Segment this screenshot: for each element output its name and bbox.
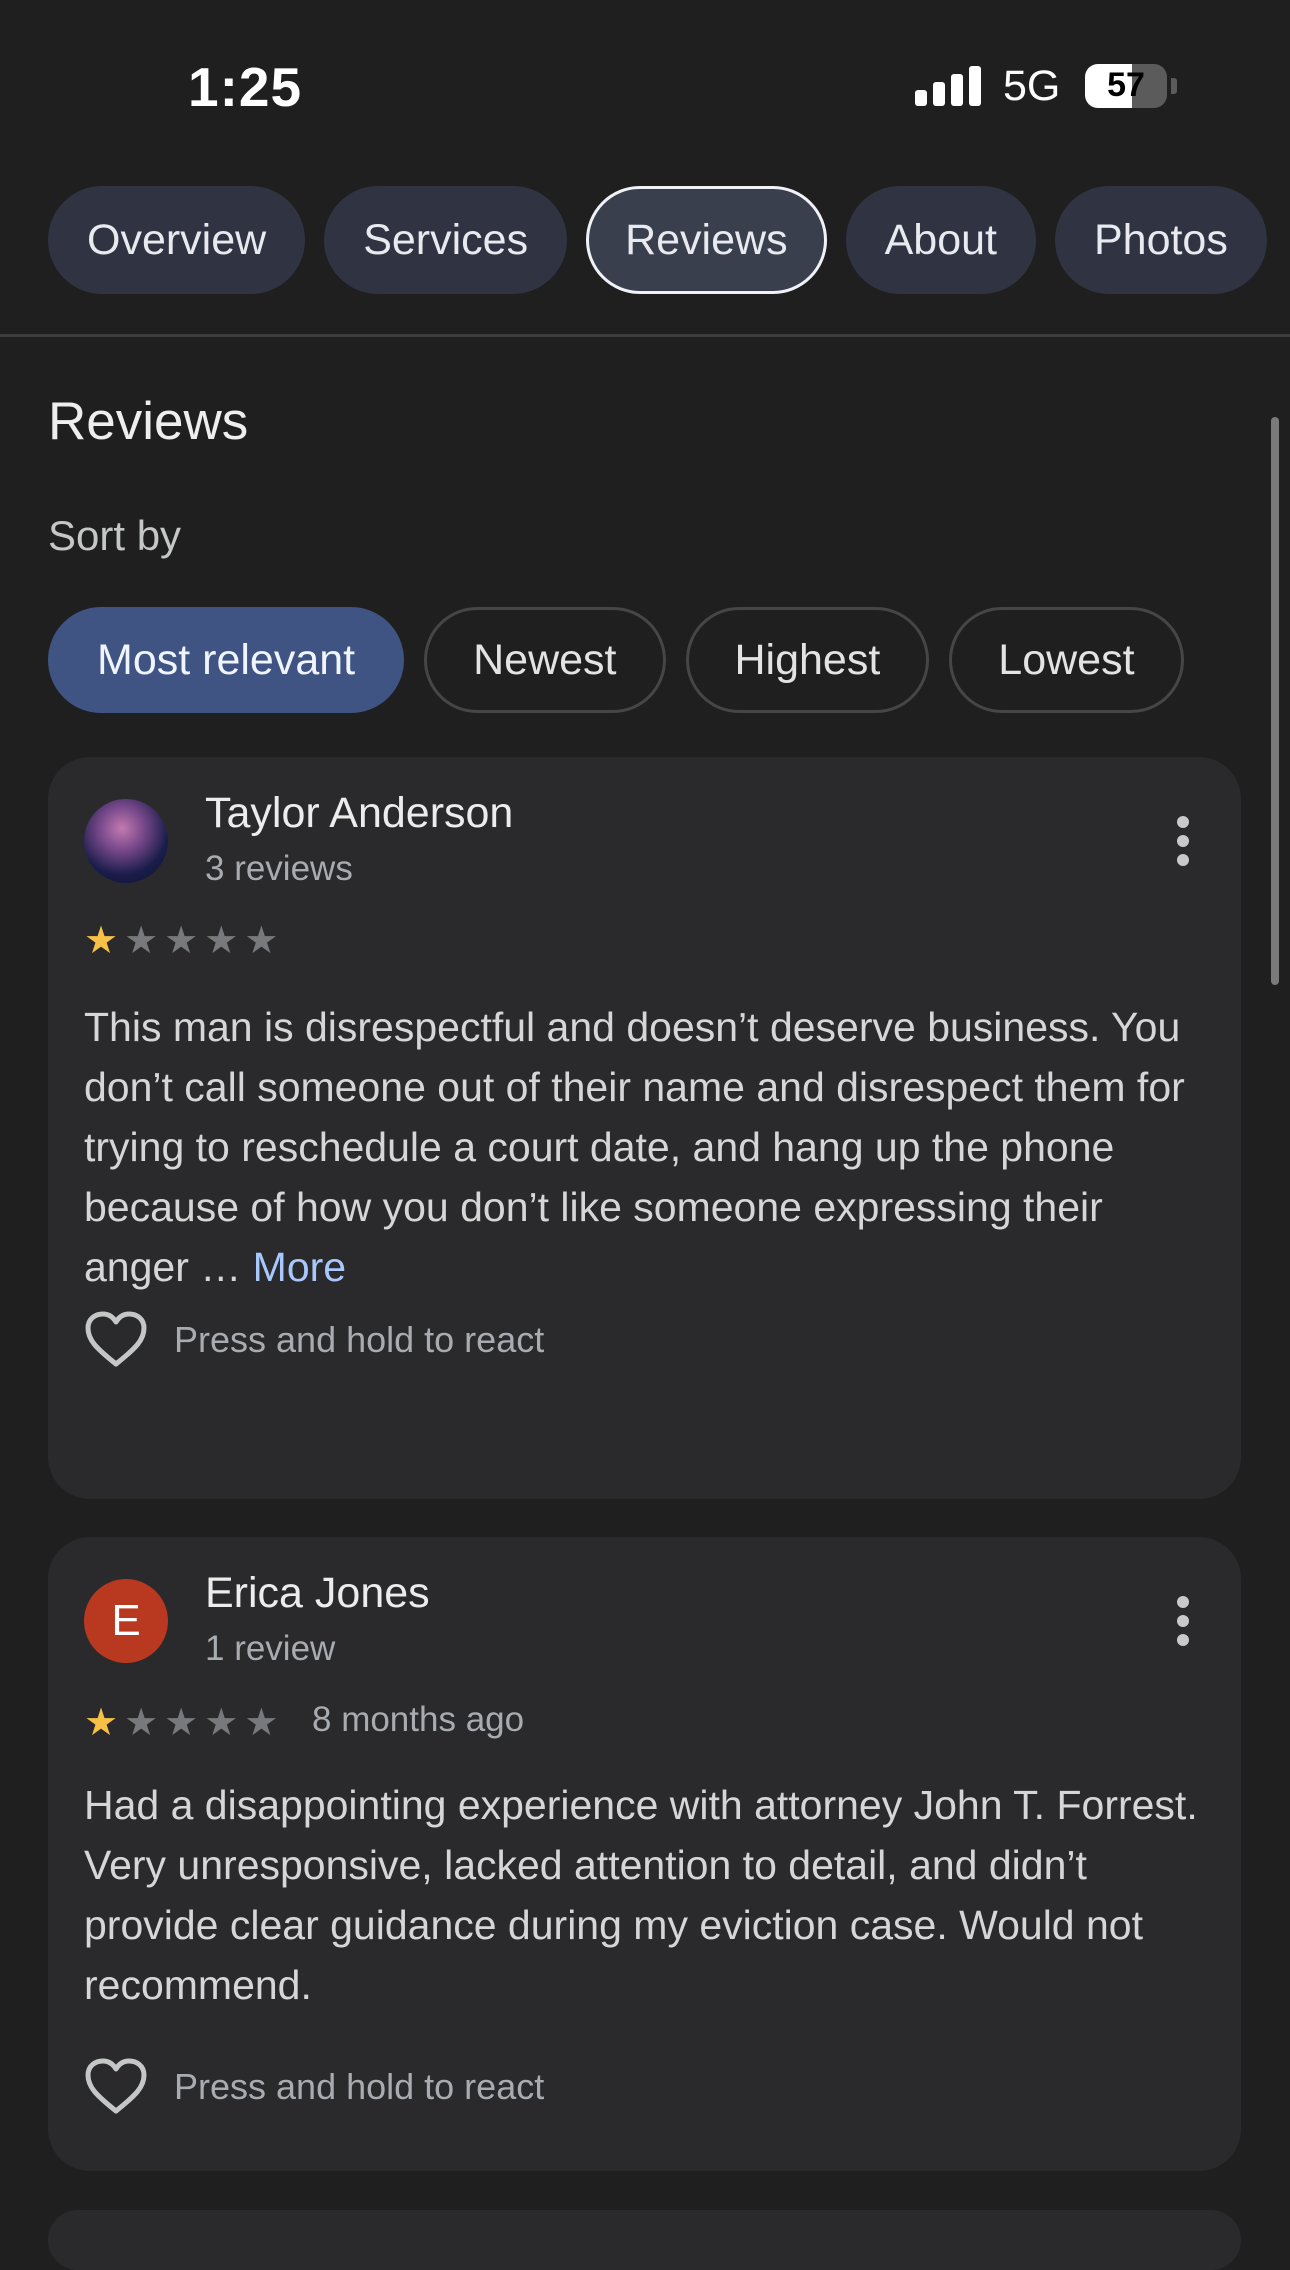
sort-newest-chip[interactable]: Newest: [424, 607, 666, 713]
place-tabs: Overview Services Reviews About Photos: [48, 186, 1267, 294]
react-row[interactable]: Press and hold to react: [84, 2057, 544, 2117]
sort-options: Most relevant Newest Highest Lowest: [48, 607, 1184, 713]
star-icon: ★: [244, 920, 279, 962]
star-icon: ★: [124, 1702, 159, 1744]
star-icon: ★: [164, 1702, 199, 1744]
battery-percentage: 57: [1107, 66, 1145, 104]
sort-most-relevant-chip[interactable]: Most relevant: [48, 607, 405, 713]
react-label: Press and hold to react: [174, 2066, 545, 2107]
review-text: Had a disappointing experience with atto…: [84, 1782, 1198, 2008]
review-body: This man is disrespectful and doesn’t de…: [84, 1004, 1185, 1290]
avatar[interactable]: [84, 799, 168, 883]
star-rating: ★ ★ ★ ★ ★: [84, 1704, 278, 1742]
star-icon: ★: [204, 1702, 239, 1744]
tab-photos[interactable]: Photos: [1054, 186, 1267, 294]
more-link[interactable]: More: [253, 1244, 346, 1290]
reviewer-name[interactable]: Erica Jones: [205, 1569, 430, 1618]
tabs-divider: [0, 334, 1290, 337]
star-icon: ★: [124, 920, 159, 962]
heart-icon[interactable]: [84, 1310, 148, 1370]
sort-label: Sort by: [48, 512, 182, 559]
star-rating: ★ ★ ★ ★ ★: [84, 922, 278, 960]
more-options-icon[interactable]: [1177, 816, 1189, 866]
sort-lowest-chip[interactable]: Lowest: [949, 607, 1184, 713]
status-time: 1:25: [188, 56, 303, 118]
section-title: Reviews: [48, 392, 249, 451]
review-text: This man is disrespectful and doesn’t de…: [84, 997, 1214, 1297]
reviewer-review-count: 3 reviews: [205, 849, 353, 888]
review-card: E Erica Jones 1 review ★ ★ ★ ★ ★ 8 month…: [48, 1537, 1241, 2171]
tab-overview[interactable]: Overview: [48, 186, 306, 294]
battery-tip: [1171, 78, 1177, 94]
review-card: [48, 2210, 1241, 2270]
heart-icon[interactable]: [84, 2057, 148, 2117]
tab-reviews[interactable]: Reviews: [586, 186, 827, 294]
star-icon: ★: [84, 1702, 119, 1744]
star-icon: ★: [164, 920, 199, 962]
cellular-signal-icon: [915, 66, 983, 106]
react-label: Press and hold to react: [174, 1319, 545, 1360]
more-options-icon[interactable]: [1177, 1596, 1189, 1646]
tab-services[interactable]: Services: [324, 186, 568, 294]
star-icon: ★: [84, 920, 119, 962]
scrollbar[interactable]: [1271, 417, 1279, 985]
star-icon: ★: [204, 920, 239, 962]
battery-icon: 57: [1085, 64, 1167, 108]
tab-about[interactable]: About: [845, 186, 1036, 294]
react-row[interactable]: Press and hold to react: [84, 1310, 544, 1370]
review-date: 8 months ago: [312, 1700, 525, 1739]
review-card: Taylor Anderson 3 reviews ★ ★ ★ ★ ★ This…: [48, 757, 1241, 1499]
avatar[interactable]: E: [84, 1579, 168, 1663]
star-icon: ★: [244, 1702, 279, 1744]
network-type: 5G: [1003, 62, 1061, 110]
reviewer-review-count: 1 review: [205, 1629, 336, 1668]
sort-highest-chip[interactable]: Highest: [685, 607, 930, 713]
reviewer-name[interactable]: Taylor Anderson: [205, 789, 513, 838]
